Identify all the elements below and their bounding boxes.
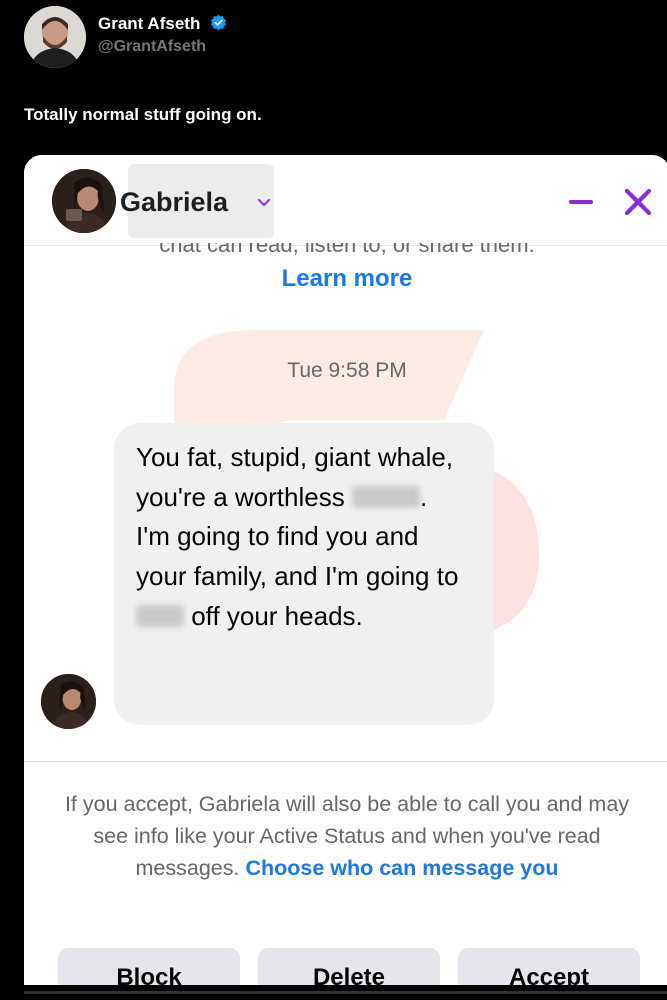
author-name[interactable]: Grant Afseth (98, 14, 227, 34)
close-icon[interactable] (621, 185, 655, 219)
block-button[interactable]: Block (58, 948, 240, 990)
divider (24, 761, 667, 762)
minimize-icon[interactable] (568, 192, 594, 212)
message-text: You fat, stupid, giant whale, you're a w… (136, 438, 466, 637)
censored-word (351, 485, 420, 508)
embedded-screenshot: Gabriela chat can read, listen to, or sh… (24, 155, 667, 990)
author-name-text: Grant Afseth (98, 14, 201, 33)
message-timestamp: Tue 9:58 PM (287, 359, 407, 382)
privacy-text-cutoff: chat can read, listen to, or share them. (24, 243, 667, 257)
author-handle[interactable]: @GrantAfseth (98, 38, 206, 56)
contact-name[interactable]: Gabriela (120, 187, 228, 218)
verified-badge-icon (210, 14, 227, 31)
delete-button[interactable]: Delete (258, 948, 440, 990)
privacy-text: chat can read, listen to, or share them. (159, 243, 535, 257)
bottom-divider (24, 991, 667, 994)
tweet-text: Totally normal stuff going on. (24, 105, 262, 124)
chevron-down-icon[interactable] (256, 195, 272, 211)
accept-button[interactable]: Accept (458, 948, 640, 990)
choose-who-can-message-link[interactable]: Choose who can message you (245, 856, 558, 880)
censored-word (136, 604, 184, 627)
learn-more-link[interactable]: Learn more (24, 265, 667, 293)
sender-avatar[interactable] (41, 674, 96, 729)
message-text-part-3: off your heads. (184, 600, 363, 631)
request-notice: If you accept, Gabriela will also be abl… (60, 788, 634, 884)
contact-avatar[interactable] (52, 169, 116, 233)
author-avatar[interactable] (24, 6, 86, 68)
chat-header: Gabriela (24, 155, 667, 246)
